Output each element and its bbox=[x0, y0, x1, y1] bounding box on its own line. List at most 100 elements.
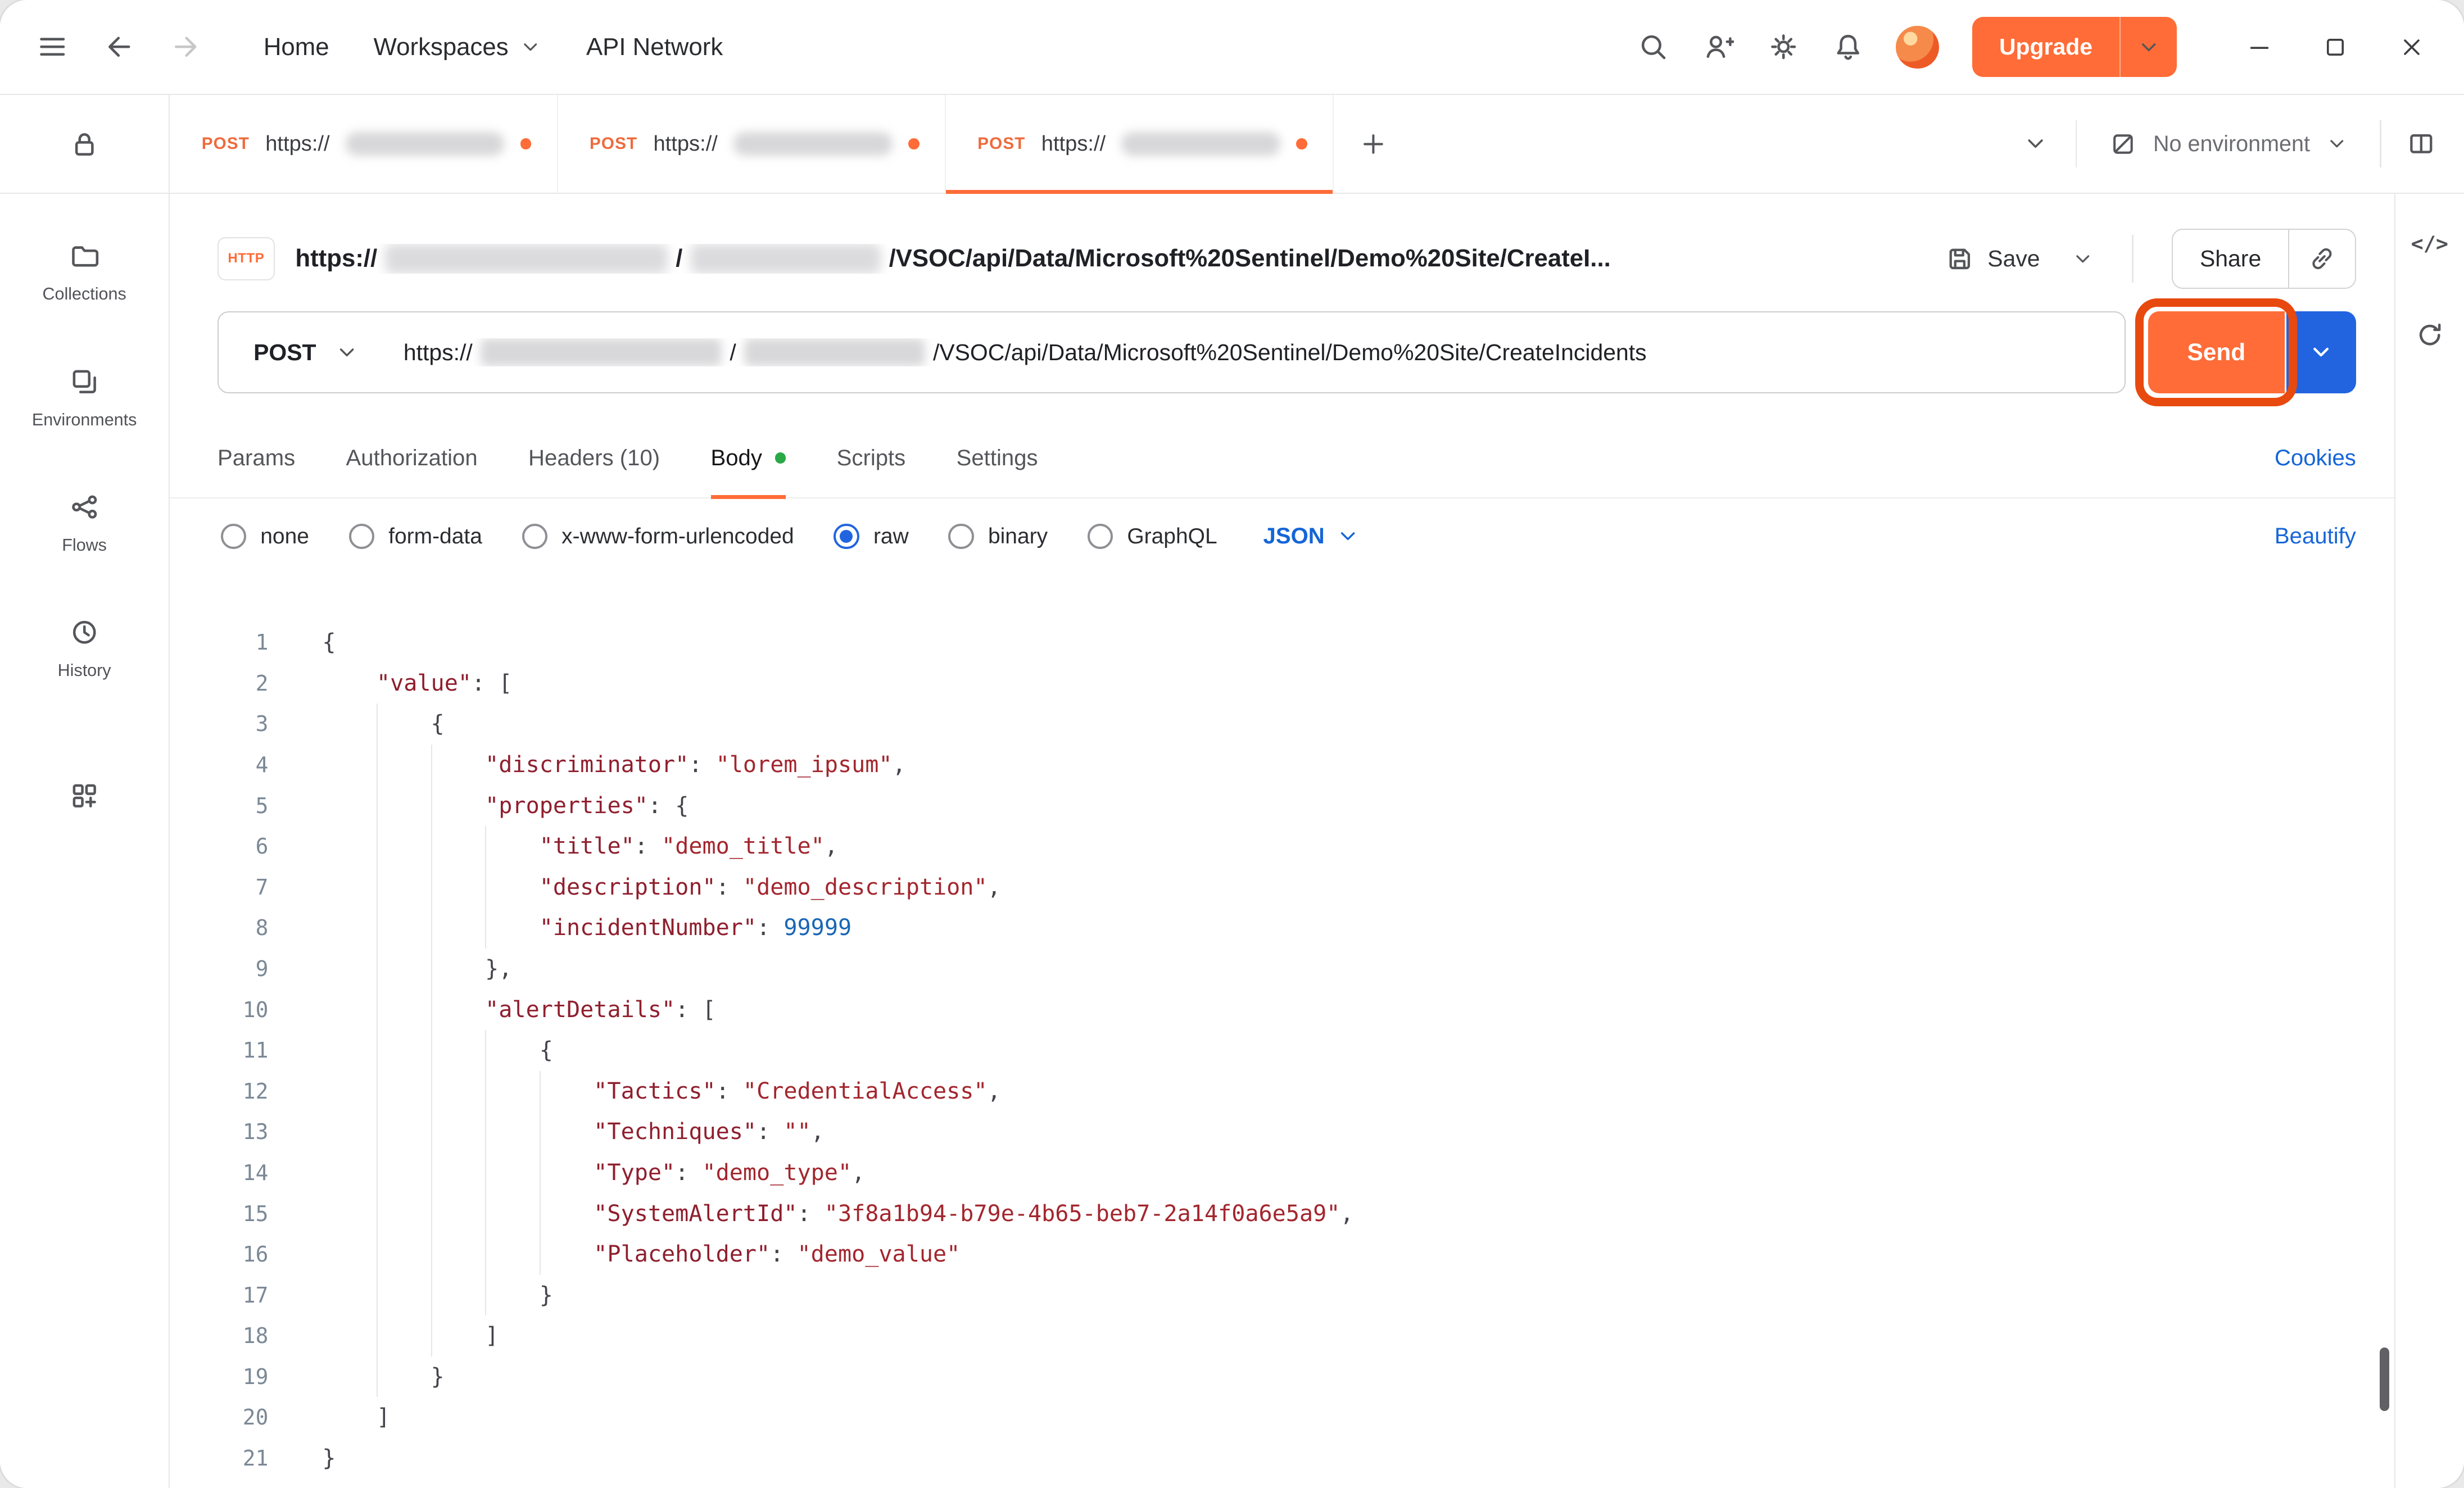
back-button[interactable] bbox=[92, 20, 146, 74]
request-subtabs: Params Authorization Headers (10) Body S… bbox=[170, 419, 2394, 498]
minimize-button[interactable] bbox=[2232, 20, 2286, 74]
code-line[interactable]: 2"value": [ bbox=[170, 663, 2394, 704]
sidebar-item-environments[interactable]: Environments bbox=[0, 335, 169, 460]
code-text: "incidentNumber": 99999 bbox=[322, 908, 851, 949]
code-line[interactable]: 10"alertDetails": [ bbox=[170, 990, 2394, 1031]
tab-label: Body bbox=[711, 446, 762, 471]
tab-scripts[interactable]: Scripts bbox=[837, 419, 906, 497]
sidebar-lock-cell[interactable] bbox=[0, 95, 169, 193]
forward-button[interactable] bbox=[158, 20, 212, 74]
code-line[interactable]: 5"properties": { bbox=[170, 786, 2394, 827]
radio-binary[interactable]: binary bbox=[948, 524, 1048, 549]
line-number: 20 bbox=[170, 1397, 268, 1438]
nav-api-network[interactable]: API Network bbox=[570, 19, 739, 76]
new-tab-button[interactable] bbox=[1334, 95, 1413, 192]
indent-spacer bbox=[322, 867, 377, 908]
code-text: }, bbox=[322, 949, 512, 990]
url-value[interactable]: https:// / /VSOC/api/Data/Microsoft%20Se… bbox=[388, 338, 1647, 367]
code-line[interactable]: 14"Type": "demo_type", bbox=[170, 1153, 2394, 1194]
indent-guide bbox=[431, 949, 486, 990]
nav-home[interactable]: Home bbox=[248, 19, 345, 76]
sidebar-item-history[interactable]: History bbox=[0, 586, 169, 711]
maximize-button[interactable] bbox=[2308, 20, 2362, 74]
upgrade-options-button[interactable] bbox=[2119, 17, 2177, 77]
radio-x-www-form-urlencoded[interactable]: x-www-form-urlencoded bbox=[522, 524, 794, 549]
code-line[interactable]: 19} bbox=[170, 1357, 2394, 1398]
save-button[interactable]: Save bbox=[1938, 244, 2046, 274]
url-input[interactable]: POST https:// / /VSOC/api/Data/Microsoft… bbox=[218, 311, 2126, 394]
settings-button[interactable] bbox=[1756, 20, 1810, 74]
environment-label: No environment bbox=[2153, 131, 2310, 157]
code-line[interactable]: 1{ bbox=[170, 622, 2394, 663]
request-tab-2[interactable]: POST https:// bbox=[558, 95, 946, 192]
code-line[interactable]: 21} bbox=[170, 1438, 2394, 1479]
menu-button[interactable] bbox=[25, 20, 79, 74]
request-tab-3-active[interactable]: POST https:// bbox=[946, 95, 1334, 192]
tab-body[interactable]: Body bbox=[711, 419, 786, 497]
code-line[interactable]: 3{ bbox=[170, 704, 2394, 745]
notifications-button[interactable] bbox=[1822, 20, 1876, 74]
indent-guide bbox=[485, 1234, 540, 1275]
invite-button[interactable] bbox=[1691, 20, 1745, 74]
tab-authorization[interactable]: Authorization bbox=[346, 419, 478, 497]
code-text: { bbox=[322, 704, 444, 745]
radio-raw-selected[interactable]: raw bbox=[834, 524, 908, 549]
beautify-link[interactable]: Beautify bbox=[2275, 524, 2356, 549]
sync-button[interactable] bbox=[2414, 319, 2445, 351]
tab-settings[interactable]: Settings bbox=[957, 419, 1038, 497]
radio-none[interactable]: none bbox=[221, 524, 309, 549]
code-line[interactable]: 17} bbox=[170, 1275, 2394, 1316]
sidebar-item-collections[interactable]: Collections bbox=[0, 210, 169, 335]
close-button[interactable] bbox=[2385, 20, 2439, 74]
environment-quick-look-button[interactable] bbox=[2394, 117, 2448, 171]
sidebar-item-more-tools[interactable] bbox=[0, 733, 169, 859]
copy-link-button[interactable] bbox=[2288, 230, 2355, 288]
upgrade-button[interactable]: Upgrade bbox=[1972, 17, 2177, 77]
body-editor[interactable]: 1{2"value": [3{4"discriminator": "lorem_… bbox=[170, 574, 2394, 1487]
scrollbar-thumb[interactable] bbox=[2380, 1348, 2389, 1411]
line-number: 14 bbox=[170, 1153, 268, 1194]
code-line[interactable]: 6"title": "demo_title", bbox=[170, 826, 2394, 867]
send-options-button[interactable] bbox=[2286, 311, 2356, 394]
tabbar-right: No environment bbox=[2009, 95, 2464, 192]
radio-label: none bbox=[260, 524, 309, 549]
cookies-link[interactable]: Cookies bbox=[2275, 446, 2356, 471]
indent-spacer bbox=[322, 908, 377, 949]
request-tab-1[interactable]: POST https:// bbox=[170, 95, 558, 192]
code-line[interactable]: 4"discriminator": "lorem_ipsum", bbox=[170, 745, 2394, 786]
code-line[interactable]: 7"description": "demo_description", bbox=[170, 867, 2394, 908]
environment-selector[interactable]: No environment bbox=[2090, 130, 2367, 158]
save-options-button[interactable] bbox=[2062, 232, 2103, 285]
avatar[interactable] bbox=[1896, 26, 1938, 69]
code-line[interactable]: 13"Techniques": "", bbox=[170, 1112, 2394, 1153]
code-line[interactable]: 20] bbox=[170, 1397, 2394, 1438]
radio-graphql[interactable]: GraphQL bbox=[1088, 524, 1217, 549]
code-line[interactable]: 16"Placeholder": "demo_value" bbox=[170, 1234, 2394, 1275]
code-line[interactable]: 8"incidentNumber": 99999 bbox=[170, 908, 2394, 949]
search-button[interactable] bbox=[1626, 20, 1680, 74]
share-button[interactable]: Share bbox=[2173, 230, 2288, 288]
radio-form-data[interactable]: form-data bbox=[349, 524, 482, 549]
indent-spacer bbox=[322, 1234, 377, 1275]
indent-spacer bbox=[322, 1194, 377, 1235]
screen: Home Workspaces API Network Upgrade bbox=[0, 0, 2464, 1488]
send-button[interactable]: Send bbox=[2148, 311, 2285, 394]
language-select[interactable]: JSON bbox=[1263, 524, 1360, 549]
code-snippet-button[interactable]: </> bbox=[2411, 232, 2448, 256]
sidebar-item-flows[interactable]: Flows bbox=[0, 460, 169, 586]
tab-overflow-button[interactable] bbox=[2009, 117, 2063, 171]
tab-headers[interactable]: Headers (10) bbox=[528, 419, 660, 497]
code-line[interactable]: 12"Tactics": "CredentialAccess", bbox=[170, 1071, 2394, 1112]
line-number: 9 bbox=[170, 949, 268, 990]
code-line[interactable]: 15"SystemAlertId": "3f8a1b94-b79e-4b65-b… bbox=[170, 1194, 2394, 1235]
radio-circle bbox=[834, 524, 859, 549]
request-tabbar: POST https:// POST https:// POST https:/… bbox=[170, 95, 2464, 193]
nav-workspaces[interactable]: Workspaces bbox=[357, 19, 558, 76]
method-select[interactable]: POST bbox=[219, 339, 388, 366]
code-line[interactable]: 18] bbox=[170, 1315, 2394, 1357]
tab-params[interactable]: Params bbox=[218, 419, 295, 497]
indent-spacer bbox=[322, 1030, 377, 1071]
code-line[interactable]: 11{ bbox=[170, 1030, 2394, 1071]
code-line[interactable]: 9}, bbox=[170, 949, 2394, 990]
indent-guide bbox=[431, 1153, 486, 1194]
